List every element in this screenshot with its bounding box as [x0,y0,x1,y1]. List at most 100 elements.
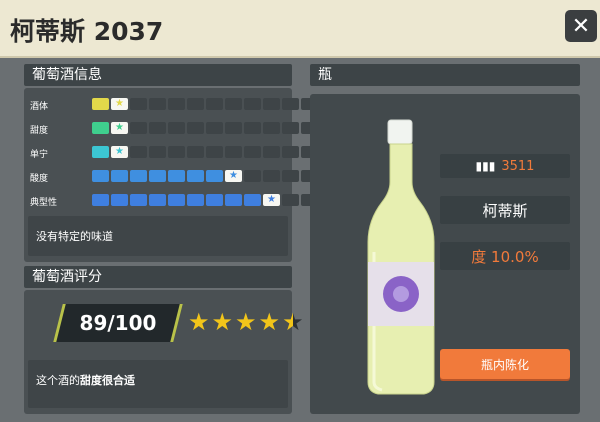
comment-prefix: 这个酒的 [36,374,80,387]
bar-segment [92,98,109,110]
wine-info-panel: 酒体 ★ 甜度 ★ 单宁 ★ 酸度 ★ 典型性 ★ 没有特定的味道 [24,88,318,262]
attribute-label: 酒体 [30,102,49,112]
bar-segment [111,194,128,206]
bottle-header: 瓶 [310,64,580,86]
attribute-label: 单宁 [30,150,49,160]
star-icon: ★ [258,308,281,336]
bottle-count: 3511 [501,158,535,174]
description-text: 没有特定的味道 [36,230,113,243]
wine-description: 没有特定的味道 [28,216,288,256]
close-icon: ✕ [571,13,591,39]
bar-segment [187,194,204,206]
attribute-label: 酸度 [30,174,49,184]
level-star-icon: ★ [115,122,124,133]
star-icon: ★ [211,308,234,336]
attribute-label: 典型性 [30,198,58,208]
bar-segment [282,170,299,182]
bar-segment [149,194,166,206]
attribute-row: 酸度 ★ [30,170,318,184]
bar-segment [225,122,242,134]
bar-segment [206,194,223,206]
bar-segment [244,146,261,158]
alcohol-box: 度 10.0% [440,242,570,270]
bar-segment [92,194,109,206]
close-button[interactable]: ✕ [565,10,597,42]
bar-segment [149,170,166,182]
bottle-title: 瓶 [318,67,332,83]
attribute-bar: ★ [92,98,318,110]
bar-segment [282,98,299,110]
bar-segment [187,170,204,182]
wine-info-header: 葡萄酒信息 [24,64,292,86]
wine-info-title: 葡萄酒信息 [32,67,102,83]
bar-segment [130,170,147,182]
attribute-bar: ★ [92,146,318,158]
bar-segment: ★ [111,146,128,158]
attribute-row: 酒体 ★ [30,98,318,112]
half-star-icon: ★ [282,308,304,336]
bar-segment [263,146,280,158]
bar-segment: ★ [111,98,128,110]
bar-segment [225,98,242,110]
attribute-row: 甜度 ★ [30,122,318,136]
bar-segment [149,146,166,158]
title-bar: 柯蒂斯 2037 ✕ [0,0,600,58]
bottle-panel: ▮▮▮ 3511 柯蒂斯 度 10.0% 瓶内陈化 [310,94,580,414]
attribute-bar: ★ [92,194,318,206]
bar-segment [168,170,185,182]
star-icon: ★ [235,308,257,336]
bar-segment [206,122,223,134]
bar-segment [263,170,280,182]
bar-segment [187,146,204,158]
bar-segment: ★ [111,122,128,134]
bar-segment [92,122,109,134]
bar-segment [168,122,185,134]
level-star-icon: ★ [115,98,124,109]
attribute-bar: ★ [92,122,318,134]
bar-segment [244,170,261,182]
bar-segment [225,146,242,158]
bar-segment [130,122,147,134]
attribute-row: 单宁 ★ [30,146,318,160]
rating-panel: 89/100 ★ ★ ★ ★ ★ 这个酒的甜度很合适 [24,290,304,414]
page-title: 柯蒂斯 2037 [10,17,164,46]
bar-segment [206,170,223,182]
star-rating: ★ ★ ★ ★ ★ [188,310,304,334]
alcohol-value: 度 10.0% [471,247,539,266]
bar-segment [168,194,185,206]
bottle-aging-button[interactable]: 瓶内陈化 [440,349,570,379]
rating-comment: 这个酒的甜度很合适 [28,360,288,408]
level-star-icon: ★ [229,170,238,181]
bottle-count-box: ▮▮▮ 3511 [440,154,570,178]
attribute-bar: ★ [92,170,318,182]
bar-segment [149,98,166,110]
bar-segment [282,122,299,134]
bar-segment: ★ [263,194,280,206]
bottles-icon: ▮▮▮ [475,159,496,173]
bar-segment [244,194,261,206]
bar-segment [206,98,223,110]
aging-button-label: 瓶内陈化 [480,357,529,372]
bar-segment [130,194,147,206]
rating-header: 葡萄酒评分 [24,266,292,288]
content-area: 葡萄酒信息 酒体 ★ 甜度 ★ 单宁 ★ 酸度 ★ 典型性 ★ 没有特定的味道 葡萄酒评分 89/… [0,58,600,422]
bar-segment [111,170,128,182]
bar-segment [206,146,223,158]
wine-name: 柯蒂斯 [482,201,528,220]
bar-segment [130,146,147,158]
comment-bold: 甜度很合适 [80,374,135,387]
bar-segment [130,98,147,110]
level-star-icon: ★ [115,146,124,157]
bar-segment [263,98,280,110]
level-star-icon: ★ [267,194,276,205]
star-icon: ★ [188,308,210,336]
bar-segment [92,170,109,182]
bar-segment [92,146,109,158]
bar-segment [168,98,185,110]
bar-segment [282,194,299,206]
bar-segment [225,194,242,206]
wine-name-box: 柯蒂斯 [440,196,570,224]
bar-segment [149,122,166,134]
bar-segment [282,146,299,158]
bar-segment [263,122,280,134]
